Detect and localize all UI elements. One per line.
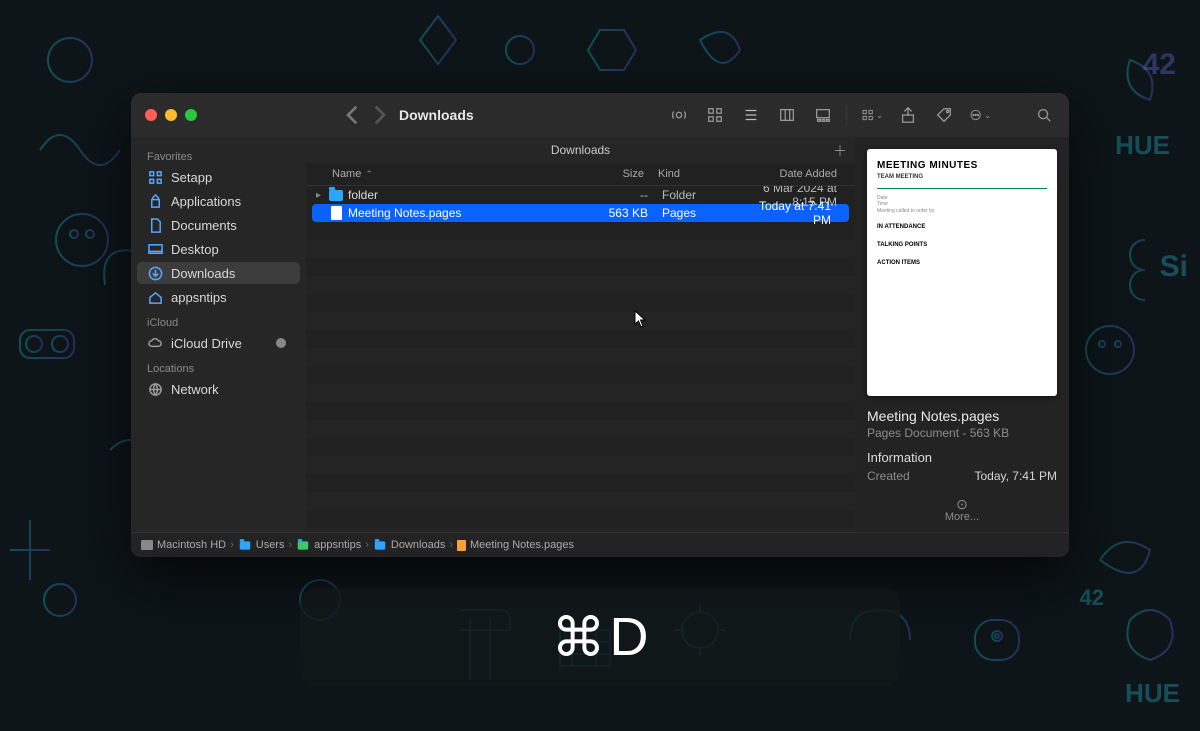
disclosure-triangle-icon[interactable]: ▸ — [316, 190, 328, 201]
forward-button[interactable] — [369, 105, 389, 125]
thumb-subtitle: TEAM MEETING — [877, 174, 1047, 189]
sidebar-item-label: Desktop — [171, 242, 219, 257]
preview-pane: MEETING MINUTES TEAM MEETING DateTimeMee… — [855, 137, 1069, 532]
sidebar-item-documents[interactable]: Documents — [137, 214, 300, 236]
finder-window: Downloads ⌄ ⌄ Favorites Setapp Applicati… — [131, 93, 1069, 557]
column-view-button[interactable] — [776, 105, 798, 125]
icon-view-button[interactable] — [704, 105, 726, 125]
wallpaper-text: HUE — [1125, 678, 1180, 709]
wallpaper-text: 42 — [1143, 48, 1176, 82]
file-pane: Downloads ＋ Name⌃ Size Kind Date Added ▸… — [306, 137, 855, 532]
sidebar-item-label: Applications — [171, 194, 241, 209]
new-tab-button[interactable]: ＋ — [833, 141, 847, 161]
file-size: -- — [568, 188, 662, 202]
minimize-button[interactable] — [165, 109, 177, 121]
sidebar: Favorites Setapp Applications Documents … — [131, 137, 306, 532]
preview-info-value: Today, 7:41 PM — [975, 469, 1058, 483]
file-date: Today at 7:41 PM — [742, 199, 849, 227]
preview-info-row: Created Today, 7:41 PM — [867, 469, 1057, 483]
path-crumb[interactable]: Macintosh HD — [141, 539, 226, 551]
file-size: 563 KB — [568, 206, 662, 220]
sidebar-header: Locations — [131, 355, 306, 377]
sidebar-header: Favorites — [131, 143, 306, 165]
path-bar: Macintosh HD› Users› appsntips› Download… — [131, 532, 1069, 557]
command-key-icon: ⌘ — [552, 606, 606, 669]
sidebar-item-label: Downloads — [171, 266, 235, 281]
file-kind: Pages — [662, 206, 742, 220]
keystroke-overlay: ⌘D — [300, 588, 900, 686]
keystroke-letter: D — [610, 606, 649, 668]
action-button[interactable]: ⌄ — [969, 105, 991, 125]
path-crumb[interactable]: Meeting Notes.pages — [457, 539, 574, 551]
sidebar-item-label: iCloud Drive — [171, 336, 242, 351]
back-button[interactable] — [343, 105, 363, 125]
document-icon — [457, 540, 466, 551]
thumb-title: MEETING MINUTES — [877, 159, 1047, 172]
column-date[interactable]: Date Added — [738, 168, 855, 180]
sidebar-item-desktop[interactable]: Desktop — [137, 238, 300, 260]
sidebar-header: iCloud — [131, 309, 306, 331]
table-row[interactable]: Meeting Notes.pages 563 KB Pages Today a… — [312, 204, 849, 222]
folder-icon — [298, 541, 309, 549]
titlebar: Downloads ⌄ ⌄ — [131, 93, 1069, 137]
preview-filename: Meeting Notes.pages — [867, 408, 1057, 424]
sidebar-item-downloads[interactable]: Downloads — [137, 262, 300, 284]
folder-icon — [328, 190, 344, 201]
path-crumb[interactable]: Users — [238, 539, 285, 551]
file-kind: Folder — [662, 188, 742, 202]
close-button[interactable] — [145, 109, 157, 121]
zoom-button[interactable] — [185, 109, 197, 121]
traffic-lights — [145, 109, 197, 121]
sidebar-item-home[interactable]: appsntips — [137, 286, 300, 308]
sidebar-item-label: Documents — [171, 218, 237, 233]
preview-kind-size: Pages Document - 563 KB — [867, 426, 1057, 440]
thumb-section: IN ATTENDANCE — [877, 224, 1047, 232]
preview-info-label: Created — [867, 469, 910, 483]
list-view-button[interactable] — [740, 105, 762, 125]
preview-thumbnail: MEETING MINUTES TEAM MEETING DateTimeMee… — [867, 149, 1057, 396]
sidebar-item-label: Setapp — [171, 170, 212, 185]
sort-indicator-icon: ⌃ — [365, 169, 373, 180]
wallpaper-text: Si — [1160, 250, 1188, 284]
folder-icon — [240, 541, 251, 549]
preview-info-header: Information — [867, 450, 1057, 465]
preview-more-button[interactable]: ⊙ More... — [867, 497, 1057, 523]
search-button[interactable] — [1033, 105, 1055, 125]
folder-icon — [375, 541, 386, 549]
sidebar-item-label: appsntips — [171, 290, 227, 305]
column-kind[interactable]: Kind — [658, 168, 738, 180]
file-list[interactable]: ▸ folder -- Folder 6 Mar 2024 at 8:15 PM… — [306, 186, 855, 532]
file-name: folder — [348, 188, 568, 202]
path-crumb[interactable]: Downloads — [373, 539, 445, 551]
window-title: Downloads — [399, 107, 474, 123]
ellipsis-icon: ⊙ — [867, 497, 1057, 511]
column-headers: Name⌃ Size Kind Date Added — [306, 163, 855, 186]
column-name[interactable]: Name⌃ — [332, 168, 564, 180]
tab-label[interactable]: Downloads — [551, 143, 610, 157]
disk-icon — [141, 540, 153, 550]
column-size[interactable]: Size — [564, 168, 658, 180]
sidebar-item-network[interactable]: Network — [137, 378, 300, 400]
wallpaper-text: HUE — [1115, 130, 1170, 161]
sidebar-item-setapp[interactable]: Setapp — [137, 166, 300, 188]
gallery-view-button[interactable] — [812, 105, 847, 125]
path-crumb[interactable]: appsntips — [296, 539, 361, 551]
thumb-section: TALKING POINTS — [877, 242, 1047, 250]
file-name: Meeting Notes.pages — [348, 206, 568, 220]
tab-bar: Downloads ＋ — [306, 137, 855, 163]
sidebar-item-label: Network — [171, 382, 219, 397]
group-by-button[interactable]: ⌄ — [861, 105, 883, 125]
sidebar-item-applications[interactable]: Applications — [137, 190, 300, 212]
thumb-section: ACTION ITEMS — [877, 260, 1047, 268]
sidebar-item-icloud-drive[interactable]: iCloud Drive — [137, 332, 300, 354]
share-button[interactable] — [897, 105, 919, 125]
wallpaper-text: 42 — [1080, 585, 1104, 611]
sync-status-dot — [276, 338, 286, 348]
document-icon — [328, 206, 344, 220]
airdrop-icon[interactable] — [668, 105, 690, 125]
tags-button[interactable] — [933, 105, 955, 125]
